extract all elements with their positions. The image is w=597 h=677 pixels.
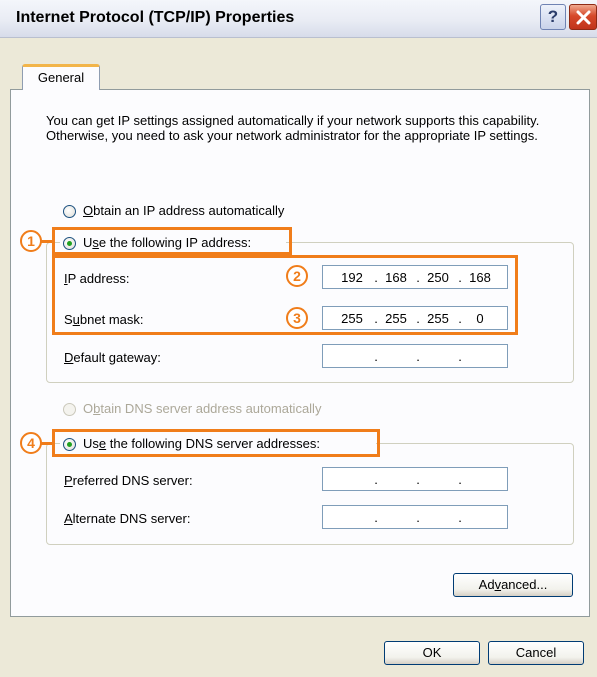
mnemonic-key: A: [64, 511, 73, 526]
obtain-ip-auto-label[interactable]: Obtain an IP address automatically: [83, 203, 284, 218]
mnemonic-key: D: [64, 350, 74, 365]
ip-dot: .: [374, 510, 378, 525]
mnemonic-key: P: [64, 473, 73, 488]
tab-general-label: General: [37, 70, 85, 85]
label-part: btain an IP address automatically: [93, 203, 285, 218]
preferred-dns-input[interactable]: . . .: [322, 467, 508, 491]
label-part: anced...: [501, 577, 548, 592]
label-part: efault gateway:: [73, 350, 161, 365]
help-icon: ?: [547, 7, 559, 26]
highlight-step1: [52, 227, 292, 255]
preferred-dns-label: Preferred DNS server:: [64, 473, 193, 488]
ip-dot: .: [416, 349, 420, 364]
label-part: lternate DNS server:: [72, 511, 191, 526]
ip-dot: .: [458, 472, 462, 487]
highlight-step4: [52, 429, 380, 457]
label-part: tain DNS server address automatically: [100, 401, 322, 416]
close-button[interactable]: [569, 4, 597, 30]
ip-dot: .: [458, 510, 462, 525]
tab-general[interactable]: General: [22, 64, 100, 90]
label-part: referred DNS server:: [72, 473, 193, 488]
step-badge-3: 3: [286, 307, 308, 329]
mnemonic-key: O: [83, 203, 94, 218]
close-icon: [576, 10, 591, 25]
alternate-dns-input[interactable]: . . .: [322, 505, 508, 529]
ip-dot: .: [458, 349, 462, 364]
step-badge-1: 1: [20, 230, 42, 252]
step-badge-4: 4: [20, 432, 42, 454]
ip-dot: .: [416, 472, 420, 487]
ip-dot: .: [416, 510, 420, 525]
tcpip-properties-dialog: Internet Protocol (TCP/IP) Properties ? …: [0, 0, 597, 677]
obtain-dns-auto-radio[interactable]: [63, 403, 76, 416]
obtain-dns-auto-label[interactable]: Obtain DNS server address automatically: [83, 401, 321, 416]
default-gateway-label: Default gateway:: [64, 350, 161, 365]
highlight-ip-subnet: [52, 255, 518, 335]
title-bar[interactable]: Internet Protocol (TCP/IP) Properties ?: [0, 0, 597, 38]
step-badge-2: 2: [286, 265, 308, 287]
label-part: O: [83, 401, 94, 416]
obtain-ip-auto-radio[interactable]: [63, 205, 76, 218]
ip-dot: .: [374, 472, 378, 487]
alternate-dns-label: Alternate DNS server:: [64, 511, 190, 526]
ok-button[interactable]: OK: [384, 641, 480, 665]
help-button[interactable]: ?: [540, 4, 566, 30]
window-title: Internet Protocol (TCP/IP) Properties: [16, 9, 295, 26]
label-part: Ad: [478, 577, 495, 592]
cancel-button[interactable]: Cancel: [488, 641, 584, 665]
default-gateway-input[interactable]: . . .: [322, 344, 508, 368]
advanced-button[interactable]: Advanced...: [453, 573, 573, 597]
ip-dot: .: [374, 349, 378, 364]
dns-group-box: [46, 443, 574, 545]
description-text: You can get IP settings assigned automat…: [46, 113, 540, 143]
